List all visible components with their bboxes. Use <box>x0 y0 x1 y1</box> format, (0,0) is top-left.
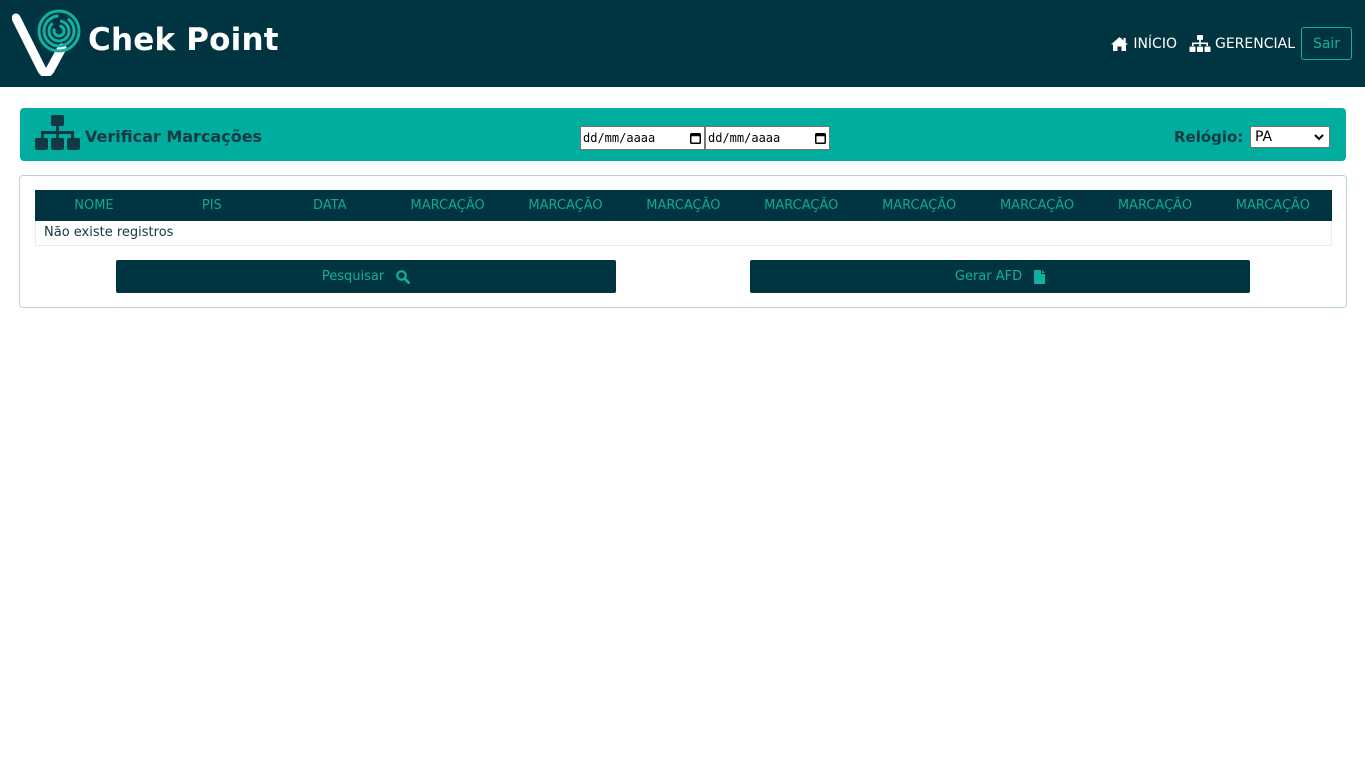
date-end-value: dd/mm/aaaa <box>708 131 781 145</box>
chevron-down-icon <box>1314 134 1324 141</box>
brand[interactable]: Chek Point <box>12 8 279 76</box>
search-icon <box>396 269 411 284</box>
date-end-input[interactable]: dd/mm/aaaa <box>705 126 830 150</box>
home-icon <box>1111 36 1129 51</box>
calendar-icon[interactable] <box>690 132 701 144</box>
fingerprint-triangle-icon <box>12 9 81 76</box>
column-header[interactable]: NOME <box>35 190 153 221</box>
pesquisar-button[interactable]: Pesquisar <box>116 260 616 293</box>
empty-table-message: Não existe registros <box>35 221 1332 246</box>
nav-gerencial[interactable]: GERENCIAL <box>1189 34 1295 53</box>
gerar-afd-button[interactable]: Gerar AFD <box>750 260 1250 293</box>
column-header[interactable]: DATA <box>271 190 389 221</box>
table-header: NOME PIS DATA MARCAÇÃO MARCAÇÃO MARCAÇÃO… <box>35 190 1332 221</box>
column-header[interactable]: MARCAÇÃO <box>1096 190 1214 221</box>
page-title: Verificar Marcações <box>85 127 263 146</box>
date-start-input[interactable]: dd/mm/aaaa <box>580 126 705 150</box>
gerar-afd-label: Gerar AFD <box>954 269 1023 284</box>
calendar-icon[interactable] <box>815 132 826 144</box>
nav-menu: INÍCIO GERENCIAL Sair <box>1110 27 1352 60</box>
column-header[interactable]: MARCAÇÃO <box>1214 190 1332 221</box>
column-header[interactable]: MARCAÇÃO <box>624 190 742 221</box>
column-header[interactable]: MARCAÇÃO <box>978 190 1096 221</box>
relogio-select[interactable]: PA <box>1250 126 1330 148</box>
sitemap-icon <box>35 115 80 150</box>
sitemap-icon <box>1189 34 1211 52</box>
column-header[interactable]: MARCAÇÃO <box>507 190 625 221</box>
top-navbar: Chek Point INÍCIO GERENCIAL Sair <box>0 0 1365 87</box>
column-header[interactable]: MARCAÇÃO <box>742 190 860 221</box>
brand-name: Chek Point <box>88 22 279 58</box>
relogio-selected-value: PA <box>1255 129 1273 145</box>
column-header[interactable]: MARCAÇÃO <box>860 190 978 221</box>
nav-gerencial-label: GERENCIAL <box>1214 35 1295 52</box>
column-header[interactable]: PIS <box>153 190 271 221</box>
pesquisar-label: Pesquisar <box>321 269 385 284</box>
column-header[interactable]: MARCAÇÃO <box>389 190 507 221</box>
nav-inicio[interactable]: INÍCIO <box>1110 36 1177 52</box>
file-icon <box>1034 269 1046 284</box>
relogio-label: Relógio: <box>1174 128 1244 146</box>
date-start-value: dd/mm/aaaa <box>583 131 656 145</box>
nav-inicio-label: INÍCIO <box>1133 35 1177 52</box>
logout-button[interactable]: Sair <box>1301 27 1352 60</box>
results-card: NOME PIS DATA MARCAÇÃO MARCAÇÃO MARCAÇÃO… <box>19 175 1347 308</box>
